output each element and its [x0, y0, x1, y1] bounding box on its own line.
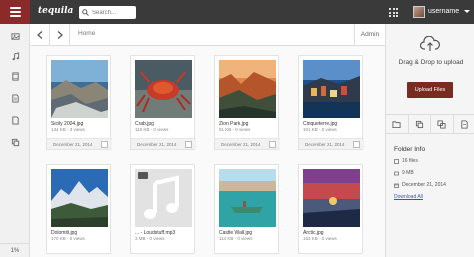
folder-info-title: Folder Info: [394, 146, 426, 153]
forward-button[interactable]: [50, 24, 70, 45]
rail-item-copies[interactable]: [0, 132, 30, 152]
edit-icon: [461, 119, 468, 129]
video-badge-icon: [138, 172, 148, 179]
file-meta: 101 KB - 0 views: [303, 127, 337, 132]
file-date: December 21, 2014: [305, 142, 345, 147]
folder-file-count: 16 files: [394, 158, 418, 164]
storage-usage: 1%: [0, 243, 30, 257]
file-date: December 21, 2014: [137, 142, 177, 147]
file-card[interactable]: Cinqueterre.jpg 101 KB - 0 views Decembe…: [298, 55, 364, 150]
file-date: December 21, 2014: [53, 142, 93, 147]
drop-zone-text[interactable]: Drag & Drop to upload: [392, 59, 470, 67]
rail-item-images[interactable]: [0, 26, 30, 46]
file-meta: 51 KB - 0 views: [219, 127, 251, 132]
folder-size: 9 MB: [394, 170, 414, 176]
avatar[interactable]: [413, 6, 425, 18]
file-card[interactable]: Crab.jpg 116 KB - 0 views December 21, 2…: [130, 55, 196, 150]
file-thumbnail[interactable]: [303, 60, 360, 118]
file-thumbnail[interactable]: [51, 60, 108, 118]
file-thumbnail[interactable]: [51, 169, 108, 227]
copy-button[interactable]: [409, 115, 431, 133]
file-card[interactable]: Zion Park.jpg 51 KB - 0 views December 2…: [214, 55, 280, 150]
file-card[interactable]: Castle Wall.jpg 114 KB - 0 views: [214, 164, 279, 254]
rail-item-video[interactable]: [0, 66, 30, 86]
video-icon: [11, 71, 19, 81]
file-card[interactable]: Arctic.jpg 153 KB - 0 views: [298, 164, 363, 254]
folder-size-value: 9 MB: [402, 170, 414, 176]
search-box[interactable]: [79, 6, 136, 19]
breadcrumb[interactable]: Home: [78, 30, 95, 37]
file-thumbnail[interactable]: [135, 60, 192, 118]
folder-date-value: December 21, 2014: [402, 182, 446, 188]
file-grid: Sicily 2004.jpg 134 KB - 3 views Decembe…: [30, 46, 385, 257]
file-date: December 21, 2014: [221, 142, 261, 147]
edit-button[interactable]: [454, 115, 474, 133]
copy-icon: [415, 120, 423, 128]
file-footer: December 21, 2014: [215, 138, 280, 149]
file-meta: 114 KB - 0 views: [219, 236, 253, 241]
file-card[interactable]: Sicily 2004.jpg 134 KB - 3 views Decembe…: [46, 55, 112, 150]
file-thumbnail[interactable]: [219, 60, 276, 118]
file-meta: 3 MB - 0 views: [135, 236, 165, 241]
file-meta: 116 KB - 0 views: [135, 127, 169, 132]
file-footer: December 21, 2014: [47, 138, 112, 149]
chevron-down-icon[interactable]: [464, 10, 470, 13]
duplicate-icon: [437, 119, 446, 129]
file-thumbnail[interactable]: [135, 169, 192, 227]
left-rail: 1%: [0, 24, 30, 257]
rail-item-music[interactable]: [0, 46, 30, 66]
rail-item-documents[interactable]: [0, 88, 30, 108]
images-icon: [10, 32, 20, 40]
right-panel: Drag & Drop to upload Upload Files Folde…: [385, 24, 474, 257]
file-card[interactable]: Dolomiti.jpg 170 KB - 0 views: [46, 164, 111, 254]
file-footer: December 21, 2014: [131, 138, 196, 149]
download-all-link[interactable]: Download All: [394, 194, 423, 200]
file-thumbnail[interactable]: [303, 169, 360, 227]
search-icon: [82, 9, 89, 16]
chevron-left-icon: [36, 30, 42, 39]
file-footer: December 21, 2014: [299, 138, 364, 149]
new-folder-icon: [392, 120, 401, 128]
file-checkbox[interactable]: [353, 141, 360, 148]
file-card[interactable]: ... - Loudstuff.mp3 3 MB - 0 views: [130, 164, 195, 254]
folder-date: December 21, 2014: [394, 182, 446, 188]
document-icon: [11, 93, 19, 103]
menu-icon[interactable]: [0, 0, 30, 24]
new-folder-button[interactable]: [386, 115, 409, 133]
folder-files-value: 16 files: [402, 158, 418, 164]
upload-files-button[interactable]: Upload Files: [407, 82, 453, 98]
chevron-right-icon: [57, 30, 63, 39]
file-checkbox[interactable]: [101, 141, 108, 148]
file-icon: [11, 115, 19, 125]
breadcrumb-bar: Home Admin: [30, 24, 385, 46]
file-meta: 170 KB - 0 views: [51, 236, 85, 241]
file-meta: 134 KB - 3 views: [51, 127, 85, 132]
app-logo: tequila: [38, 6, 74, 16]
duplicate-button[interactable]: [431, 115, 454, 133]
rail-item-files[interactable]: [0, 110, 30, 130]
search-input[interactable]: [92, 9, 136, 16]
file-icon: [394, 158, 399, 164]
apps-grid-icon[interactable]: [389, 8, 398, 17]
storage-icon: [394, 171, 399, 175]
file-meta: 153 KB - 0 views: [303, 236, 337, 241]
admin-link[interactable]: Admin: [354, 24, 385, 45]
back-button[interactable]: [30, 24, 50, 45]
file-checkbox[interactable]: [185, 141, 192, 148]
cloud-upload-icon: [420, 36, 440, 51]
file-thumbnail[interactable]: [219, 169, 276, 227]
copy-icon: [11, 138, 19, 146]
file-checkbox[interactable]: [269, 141, 276, 148]
top-bar: tequila username: [0, 0, 474, 24]
calendar-icon: [394, 183, 399, 188]
music-icon: [12, 51, 19, 60]
toolbar: [386, 114, 474, 134]
username[interactable]: username: [428, 8, 459, 15]
